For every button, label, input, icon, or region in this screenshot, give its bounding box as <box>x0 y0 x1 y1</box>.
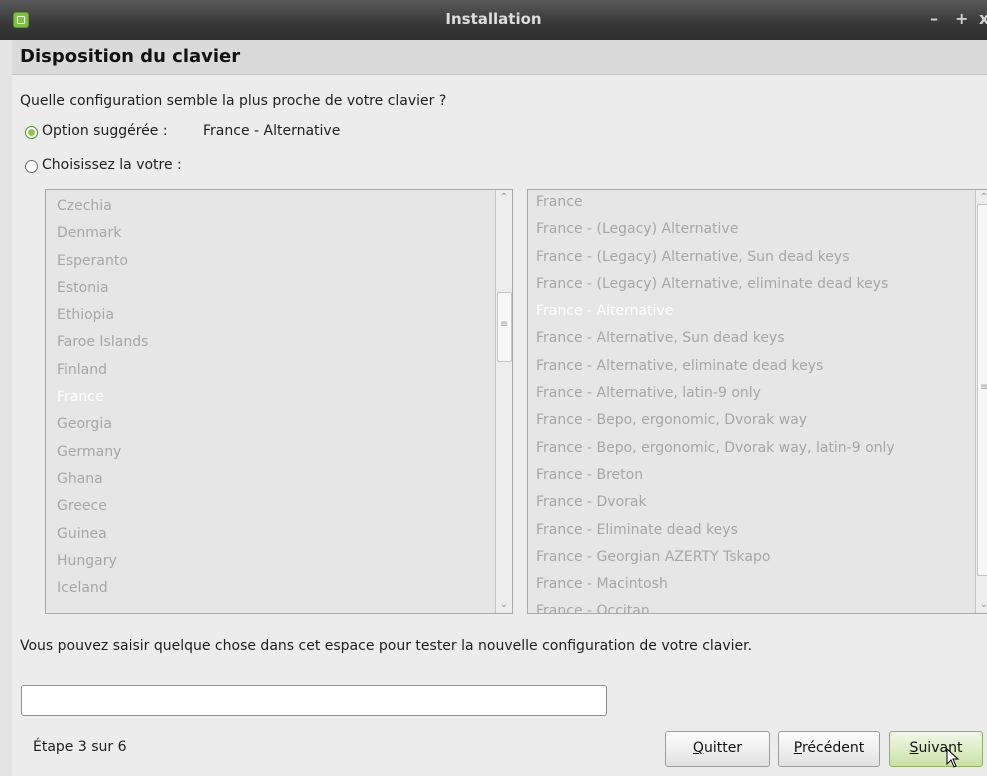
radio-suggested[interactable] <box>25 126 38 139</box>
country-list-item[interactable]: Greece <box>57 493 148 520</box>
country-list-item[interactable]: Ethiopia <box>57 302 148 329</box>
test-hint-text: Vous pouvez saisir quelque chose dans ce… <box>20 638 753 654</box>
country-list-item[interactable]: Czechia <box>57 193 148 220</box>
suggested-option-value: France - Alternative <box>203 123 341 139</box>
variant-list-item[interactable]: France <box>536 190 895 216</box>
previous-button[interactable]: Précédent <box>778 731 880 767</box>
variant-list-item[interactable]: France - Breton <box>536 462 895 489</box>
country-list-item[interactable]: Germany <box>57 439 148 466</box>
variant-list-item[interactable]: France - (Legacy) Alternative, Sun dead … <box>536 244 895 271</box>
country-list-item[interactable]: Ghana <box>57 466 148 493</box>
variant-list-item[interactable]: France - Macintosh <box>536 571 895 598</box>
quit-button[interactable]: Quitter <box>665 731 770 767</box>
country-list-item[interactable]: Guinea <box>57 521 148 548</box>
question-text: Quelle configuration semble la plus proc… <box>20 93 447 109</box>
variant-list-items: France France - (Legacy) Alternative Franc… <box>536 190 895 613</box>
window-titlebar[interactable]: Installation – + x <box>0 0 987 40</box>
variant-list-item[interactable]: France - Bepo, ergonomic, Dvorak way <box>536 407 895 434</box>
variant-list-item[interactable]: France - Alternative, Sun dead keys <box>536 325 895 352</box>
country-list[interactable]: Czechia Denmark Esperanto Estonia Ethiopia Fa… <box>45 189 513 614</box>
scroll-down-arrow-icon[interactable]: ⌄ <box>496 597 512 613</box>
close-button[interactable]: x <box>979 9 987 28</box>
variant-list-item[interactable]: France - Georgian AZERTY Tskapo <box>536 544 895 571</box>
keyboard-test-input[interactable] <box>21 685 607 716</box>
country-list-item[interactable]: France <box>57 384 148 411</box>
variant-list-item[interactable]: France - Alternative <box>536 298 895 325</box>
country-list-item[interactable]: Georgia <box>57 411 148 438</box>
previous-mnemonic: P <box>793 740 802 756</box>
country-list-item[interactable]: Finland <box>57 357 148 384</box>
scrollbar-thumb[interactable] <box>497 292 512 362</box>
variant-list-scrollbar[interactable]: ⌃ ⌄ <box>975 190 987 613</box>
scrollbar-thumb[interactable] <box>977 204 987 576</box>
variant-list-item[interactable]: France - (Legacy) Alternative <box>536 216 895 243</box>
mouse-pointer-icon <box>946 748 960 768</box>
country-list-items: Czechia Denmark Esperanto Estonia Ethiopia Fa… <box>57 193 148 602</box>
quit-mnemonic: Q <box>692 740 704 756</box>
variant-list-item[interactable]: France - (Legacy) Alternative, eliminate… <box>536 271 895 298</box>
variant-list-item[interactable]: France - Alternative, latin-9 only <box>536 380 895 407</box>
country-list-scrollbar[interactable]: ⌃ ⌄ <box>495 190 512 613</box>
scroll-down-arrow-icon[interactable]: ⌄ <box>976 597 987 613</box>
variant-list-item[interactable]: France - Dvorak <box>536 489 895 516</box>
variant-list-item[interactable]: France - Bepo, ergonomic, Dvorak way, la… <box>536 435 895 462</box>
window-title: Installation <box>445 10 542 28</box>
next-button[interactable]: Suivant <box>889 731 983 767</box>
variant-list-item[interactable]: France - Eliminate dead keys <box>536 517 895 544</box>
country-list-item[interactable]: Hungary <box>57 548 148 575</box>
variant-list-item[interactable]: France - Alternative, eliminate dead key… <box>536 353 895 380</box>
minimize-button[interactable]: – <box>930 9 938 28</box>
country-list-item[interactable]: Esperanto <box>57 248 148 275</box>
step-indicator: Étape 3 sur 6 <box>33 739 127 755</box>
page-title: Disposition du clavier <box>20 46 241 67</box>
variant-list[interactable]: France France - (Legacy) Alternative Franc… <box>527 189 987 614</box>
suggested-option-label[interactable]: Option suggérée : <box>42 123 168 139</box>
scroll-up-arrow-icon[interactable]: ⌃ <box>496 190 512 206</box>
maximize-button[interactable]: + <box>955 9 968 28</box>
country-list-item[interactable]: Estonia <box>57 275 148 302</box>
country-list-item[interactable]: Iceland <box>57 575 148 602</box>
window-left-border <box>0 40 12 776</box>
country-list-item[interactable]: Faroe Islands <box>57 329 148 356</box>
page-header: Disposition du clavier <box>12 40 987 75</box>
variant-list-item[interactable]: France - Occitan <box>536 598 895 613</box>
country-list-item[interactable]: Denmark <box>57 220 148 247</box>
choose-option-label[interactable]: Choisissez la votre : <box>42 157 182 173</box>
radio-choose[interactable] <box>25 160 38 173</box>
previous-label: récédent <box>801 740 865 756</box>
quit-label: uitter <box>703 740 743 756</box>
